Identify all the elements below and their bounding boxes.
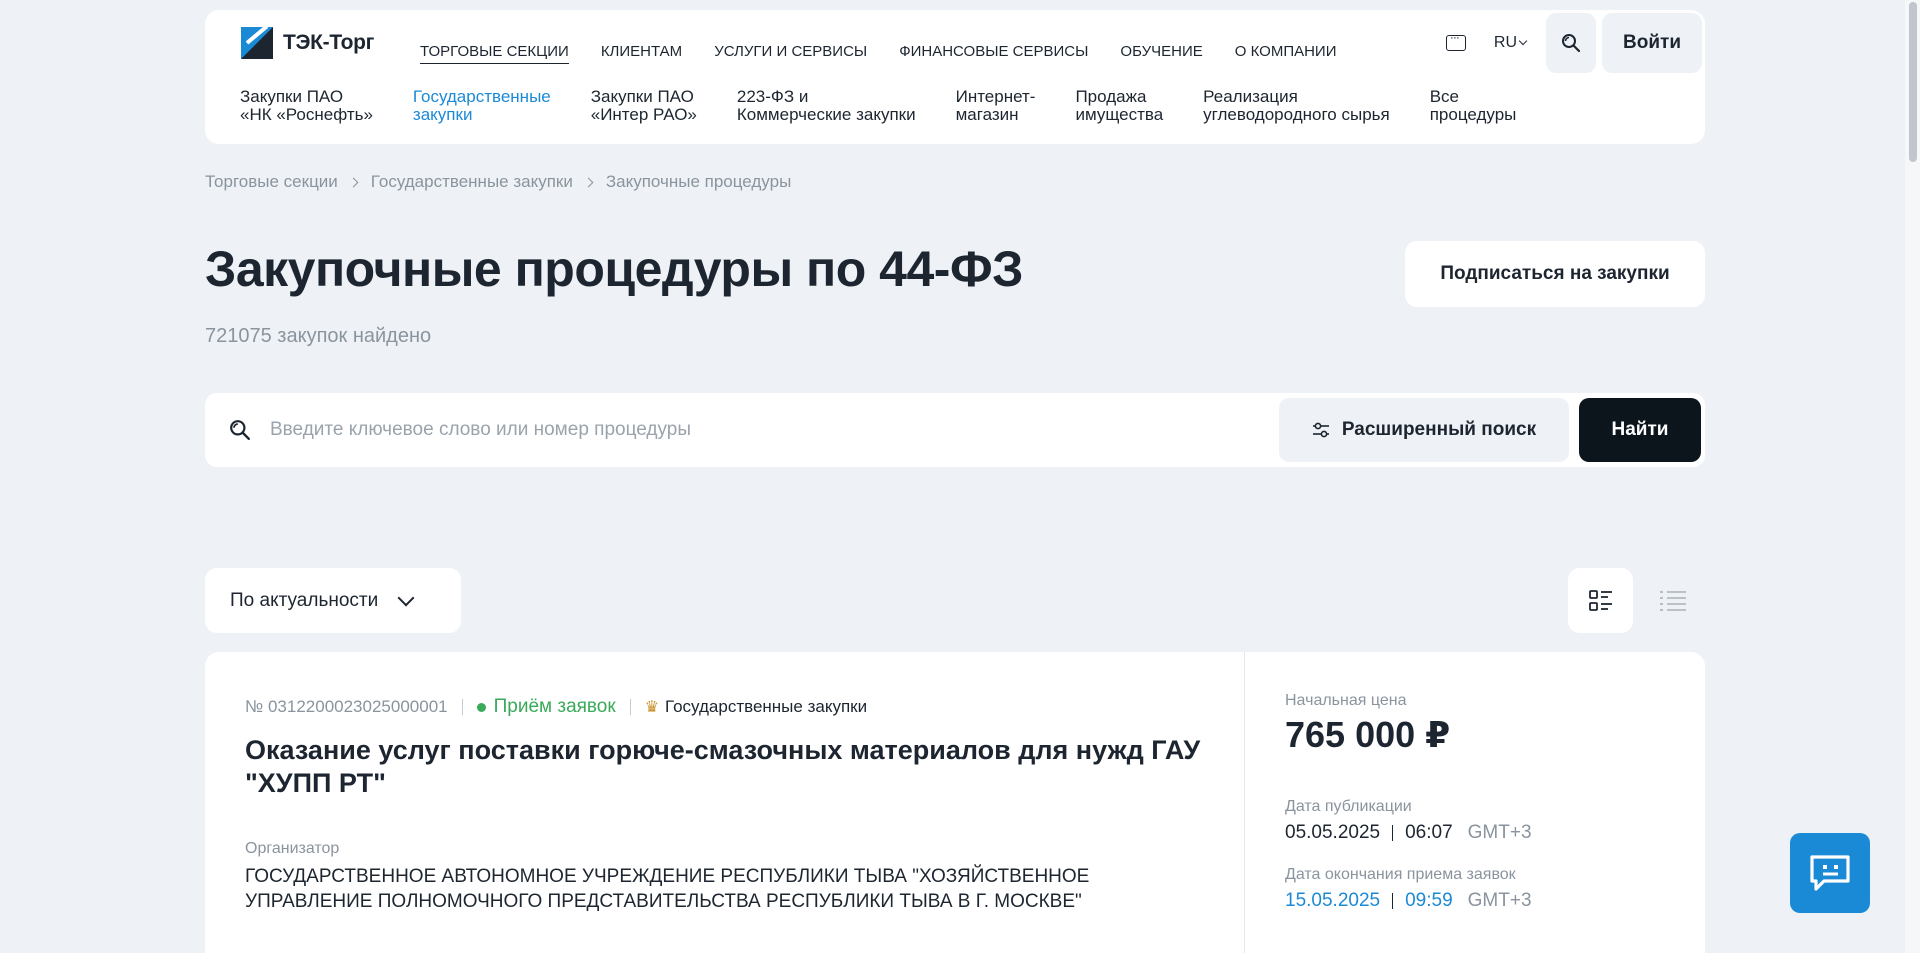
- divider: [461, 699, 463, 715]
- pub-timezone: GMT+3: [1467, 822, 1532, 843]
- subnav-inter-rao[interactable]: Закупки ПАО «Интер РАО»: [591, 88, 697, 124]
- breadcrumb: Торговые секции Государственные закупки …: [205, 172, 791, 192]
- chevron-down-icon: [397, 589, 415, 606]
- chevron-right-icon: [583, 177, 594, 187]
- subscribe-button[interactable]: Подписаться на закупки: [1405, 241, 1705, 307]
- subnav-rosneft[interactable]: Закупки ПАО «НК «Роснефть»: [240, 88, 373, 124]
- divider: [629, 699, 631, 715]
- end-time: 09:59: [1405, 890, 1453, 911]
- search-bar: Расширенный поиск Найти: [205, 393, 1705, 467]
- view-list-icon: [1659, 590, 1686, 611]
- language-switcher[interactable]: RU: [1493, 34, 1528, 52]
- view-cards-button[interactable]: [1568, 568, 1633, 633]
- subnav-all[interactable]: Все процедуры: [1430, 88, 1517, 124]
- support-chat-button[interactable]: [1790, 833, 1870, 913]
- price-label: Начальная цена: [1285, 692, 1407, 709]
- logo[interactable]: ТЭК-Торг: [241, 27, 374, 59]
- subnav-shop[interactable]: Интернет- магазин: [956, 88, 1036, 124]
- sort-selected: По актуальности: [230, 589, 379, 611]
- subnav-property[interactable]: Продажа имущества: [1075, 88, 1163, 124]
- top-nav: ТОРГОВЫЕ СЕКЦИИ КЛИЕНТАМ УСЛУГИ И СЕРВИС…: [420, 43, 1369, 64]
- emblem-icon: ♛: [644, 699, 660, 716]
- filter-icon: [1312, 422, 1329, 438]
- subnav-gov-procurement[interactable]: Государственные закупки: [413, 88, 551, 124]
- pub-time: 06:07: [1405, 822, 1453, 843]
- breadcrumb-item[interactable]: Торговые секции: [205, 172, 338, 192]
- page-title: Закупочные процедуры по 44-ФЗ: [205, 241, 1023, 297]
- header-search-button[interactable]: [1546, 13, 1596, 73]
- card-meta: № 0312200023025000001 Приём заявок ♛ Гос…: [245, 696, 867, 718]
- logo-text: ТЭК-Торг: [283, 31, 375, 54]
- advanced-search-button[interactable]: Расширенный поиск: [1279, 398, 1569, 462]
- pub-date: 05.05.2025: [1285, 822, 1381, 843]
- search-input[interactable]: [270, 413, 1260, 447]
- sort-dropdown[interactable]: По актуальности: [205, 568, 461, 633]
- section-label: Государственные закупки: [665, 697, 868, 716]
- end-date-value: 15.05.2025 09:59 GMT+3: [1285, 890, 1532, 912]
- view-cards-icon: [1588, 589, 1612, 611]
- divider: [1392, 825, 1394, 841]
- nav-financial[interactable]: ФИНАНСОВЫЕ СЕРВИСЫ: [899, 43, 1088, 64]
- breadcrumb-current: Закупочные процедуры: [605, 172, 792, 191]
- view-list-button[interactable]: [1640, 568, 1705, 633]
- login-button[interactable]: Войти: [1602, 13, 1702, 73]
- nav-education[interactable]: ОБУЧЕНИЕ: [1120, 43, 1202, 64]
- status-dot-icon: [476, 702, 486, 712]
- nav-trading-sections[interactable]: ТОРГОВЫЕ СЕКЦИИ: [420, 43, 569, 64]
- price-value: 765 000 ₽: [1285, 714, 1451, 755]
- logo-icon: [241, 27, 273, 59]
- status-label: Приём заявок: [493, 696, 616, 717]
- divider: [1392, 893, 1394, 909]
- chevron-right-icon: [348, 177, 359, 187]
- nav-clients[interactable]: КЛИЕНТАМ: [601, 43, 682, 64]
- scrollbar[interactable]: [1905, 0, 1920, 953]
- nav-services[interactable]: УСЛУГИ И СЕРВИСЫ: [714, 43, 867, 64]
- advanced-search-label: Расширенный поиск: [1341, 419, 1537, 440]
- header-actions: RU Войти: [1445, 13, 1705, 73]
- pub-date-value: 05.05.2025 06:07 GMT+3: [1285, 822, 1532, 844]
- subnav-223fz[interactable]: 223-ФЗ и Коммерческие закупки: [737, 88, 916, 124]
- chat-icon[interactable]: [1445, 30, 1466, 51]
- procedure-number: № 0312200023025000001: [245, 697, 448, 716]
- chevron-down-icon: [1518, 36, 1528, 46]
- organizer-label: Организатор: [245, 840, 340, 857]
- card-divider: [1244, 652, 1245, 953]
- card-title[interactable]: Оказание услуг поставки горюче-смазочных…: [245, 734, 1205, 800]
- site-header: ТЭК-Торг ТОРГОВЫЕ СЕКЦИИ КЛИЕНТАМ УСЛУГИ…: [205, 10, 1705, 144]
- results-count: 721075 закупок найдено: [205, 325, 432, 347]
- organizer-name: ГОСУДАРСТВЕННОЕ АВТОНОМНОЕ УЧРЕЖДЕНИЕ РЕ…: [245, 866, 1090, 912]
- pub-date-label: Дата публикации: [1285, 798, 1412, 815]
- end-date: 15.05.2025: [1285, 890, 1381, 911]
- search-icon: [230, 420, 251, 441]
- end-date-label: Дата окончания приема заявок: [1285, 866, 1516, 883]
- support-chat-icon: [1810, 855, 1850, 891]
- language-label: RU: [1493, 34, 1517, 51]
- breadcrumb-item[interactable]: Государственные закупки: [371, 172, 573, 192]
- scrollbar-thumb[interactable]: [1909, 2, 1917, 162]
- subnav-hydrocarbons[interactable]: Реализация углеводородного сырья: [1203, 88, 1390, 124]
- end-timezone: GMT+3: [1467, 890, 1532, 911]
- search-icon: [1562, 34, 1581, 53]
- sub-nav: Закупки ПАО «НК «Роснефть» Государственн…: [240, 88, 1556, 124]
- status-badge: Приём заявок: [476, 696, 616, 718]
- procurement-card[interactable]: № 0312200023025000001 Приём заявок ♛ Гос…: [205, 652, 1705, 953]
- nav-about[interactable]: О КОМПАНИИ: [1235, 43, 1337, 64]
- find-button[interactable]: Найти: [1579, 398, 1701, 462]
